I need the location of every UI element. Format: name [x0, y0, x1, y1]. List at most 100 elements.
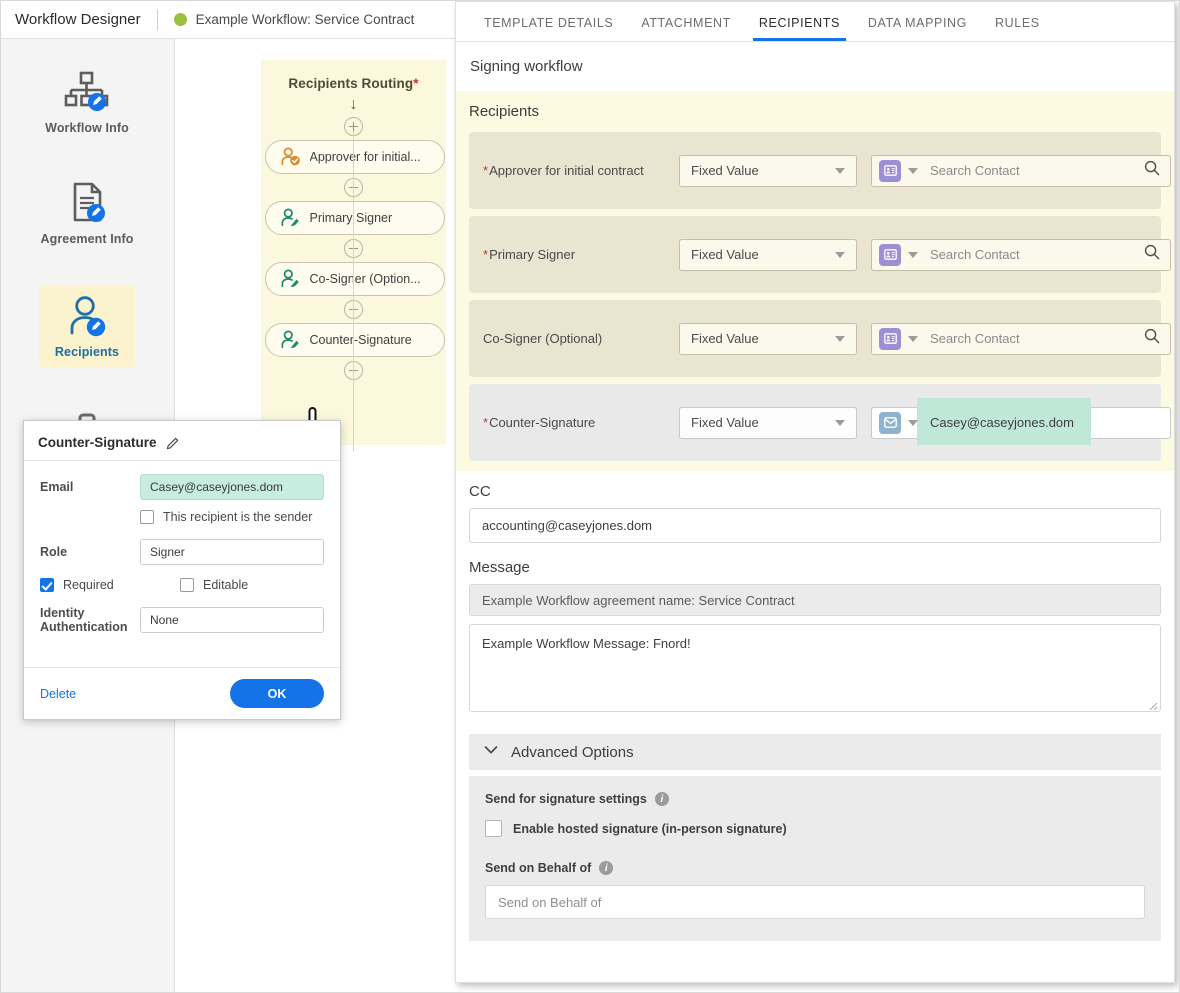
email-row: Email Casey@caseyjones.dom	[24, 474, 340, 500]
tab-recipients[interactable]: RECIPIENTS	[745, 16, 854, 41]
flow-title: Recipients Routing*	[261, 60, 446, 91]
contact-field-group: Casey@caseyjones.dom	[871, 397, 1171, 445]
org-chart-edit-icon	[39, 67, 135, 119]
editable-label: Editable	[203, 578, 249, 592]
editable-checkbox[interactable]	[180, 578, 194, 592]
resize-handle[interactable]	[1148, 699, 1158, 711]
message-section: Message Example Workflow agreement name:…	[456, 543, 1174, 712]
search-icon[interactable]	[1144, 328, 1160, 349]
envelope-icon[interactable]	[879, 411, 901, 434]
advanced-options-body: Send for signature settings i Enable hos…	[469, 776, 1161, 941]
top-header: Workflow Designer Example Workflow: Serv…	[1, 1, 456, 39]
flow-title-text: Recipients Routing	[288, 76, 414, 91]
source-dropdown-value: Fixed Value	[691, 163, 759, 178]
chevron-down-icon	[483, 743, 499, 761]
contact-card-icon[interactable]	[879, 243, 901, 266]
tab-data-mapping[interactable]: DATA MAPPING	[854, 16, 981, 41]
send-on-behalf-input[interactable]: Send on Behalf of	[485, 885, 1145, 919]
recipient-label-text: Primary Signer	[489, 247, 576, 262]
send-on-behalf-label-text: Send on Behalf of	[485, 861, 592, 875]
role-field[interactable]: Signer	[140, 539, 324, 565]
contact-search-input[interactable]: Search Contact	[930, 163, 1020, 178]
advanced-options-toggle[interactable]: Advanced Options	[469, 734, 1161, 770]
recipient-label: Co-Signer (Optional)	[483, 331, 679, 346]
info-icon[interactable]: i	[654, 792, 669, 806]
tab-attachment[interactable]: ATTACHMENT	[627, 16, 745, 41]
email-label: Email	[40, 480, 74, 494]
panel-body: Signing workflow Recipients *Approver fo…	[456, 42, 1174, 941]
user-sign-icon	[280, 208, 299, 227]
required-asterisk: *	[483, 247, 489, 262]
email-field[interactable]: Casey@caseyjones.dom	[140, 474, 324, 500]
sidebar-item-label: Recipients	[54, 345, 120, 359]
flow-node-counter-signature[interactable]: Counter-Signature	[264, 323, 445, 357]
info-icon[interactable]: i	[599, 861, 614, 875]
tab-bar: TEMPLATE DETAILS ATTACHMENT RECIPIENTS D…	[456, 2, 1174, 42]
contact-field-group: Search Contact	[871, 238, 1171, 271]
flow-connector-line	[353, 131, 354, 451]
message-subject-input[interactable]: Example Workflow agreement name: Service…	[469, 584, 1161, 616]
delete-link[interactable]: Delete	[40, 687, 76, 701]
contact-field-group: Search Contact	[871, 322, 1171, 355]
ok-button[interactable]: OK	[230, 679, 324, 708]
contact-type-chevron-icon[interactable]	[908, 251, 918, 258]
search-icon[interactable]	[1144, 244, 1160, 265]
contact-card-icon[interactable]	[879, 327, 901, 350]
workflow-name: Example Workflow: Service Contract	[195, 12, 415, 27]
sender-checkbox-row: This recipient is the sender	[24, 510, 340, 524]
app-title: Workflow Designer	[15, 11, 141, 28]
user-edit-icon	[39, 291, 135, 343]
recipient-label: *Approver for initial contract	[483, 163, 679, 178]
hosted-signature-checkbox[interactable]	[485, 820, 502, 837]
send-settings-label: Send for signature settings i	[485, 792, 1145, 806]
popup-footer: Delete OK	[24, 667, 340, 719]
advanced-options-section: Advanced Options Send for signature sett…	[456, 712, 1174, 941]
required-asterisk: *	[413, 76, 419, 91]
contact-type-chevron-icon[interactable]	[908, 167, 918, 174]
contact-search-input[interactable]: Search Contact	[930, 247, 1020, 262]
hosted-signature-label: Enable hosted signature (in-person signa…	[513, 821, 787, 836]
message-body-textarea[interactable]: Example Workflow Message: Fnord!	[469, 624, 1161, 712]
required-group: Required	[40, 578, 180, 592]
app-window: Workflow Designer Example Workflow: Serv…	[0, 0, 1180, 993]
sidebar-item-agreement-info[interactable]: Agreement Info	[39, 172, 135, 254]
flow-node-approver[interactable]: Approver for initial...	[264, 140, 445, 174]
source-dropdown[interactable]: Fixed Value	[679, 154, 857, 187]
flow-node-label: Primary Signer	[309, 211, 393, 225]
cc-input[interactable]: accounting@caseyjones.dom	[469, 508, 1161, 543]
source-dropdown[interactable]: Fixed Value	[679, 322, 857, 355]
contact-email-input[interactable]: Casey@caseyjones.dom	[930, 415, 1074, 430]
tab-rules[interactable]: RULES	[981, 16, 1054, 41]
cc-section: CC accounting@caseyjones.dom	[456, 471, 1174, 543]
recipients-section: Recipients *Approver for initial contrac…	[456, 91, 1174, 471]
flow-node-primary-signer[interactable]: Primary Signer	[264, 201, 445, 235]
search-icon[interactable]	[1144, 160, 1160, 181]
required-checkbox[interactable]	[40, 578, 54, 592]
sender-checkbox[interactable]	[140, 510, 154, 524]
source-dropdown[interactable]: Fixed Value	[679, 238, 857, 271]
send-on-behalf-label: Send on Behalf of i	[485, 861, 1145, 875]
cc-title: CC	[469, 483, 491, 500]
popup-title: Counter-Signature	[38, 435, 157, 450]
advanced-options-title: Advanced Options	[511, 743, 634, 761]
identity-auth-field[interactable]: None	[140, 607, 324, 633]
sidebar-item-workflow-info[interactable]: Workflow Info	[39, 61, 135, 143]
sidebar-item-label: Agreement Info	[40, 232, 134, 246]
contact-card-icon[interactable]	[879, 159, 901, 182]
pencil-icon[interactable]	[166, 436, 180, 450]
source-dropdown[interactable]: Fixed Value	[679, 406, 857, 439]
contact-type-chevron-icon[interactable]	[908, 419, 918, 426]
sidebar-item-recipients[interactable]: Recipients	[39, 285, 135, 367]
identity-auth-label-line1: Identity	[40, 606, 85, 620]
table-row: *Primary Signer Fixed Value Search Conta…	[469, 216, 1171, 293]
flow-node-co-signer[interactable]: Co-Signer (Option...	[264, 262, 445, 296]
flow-node-label: Approver for initial...	[309, 150, 421, 164]
editable-group: Editable	[180, 578, 248, 592]
contact-search-input[interactable]: Search Contact	[930, 331, 1020, 346]
contact-type-chevron-icon[interactable]	[908, 335, 918, 342]
required-editable-row: Required Editable	[24, 578, 340, 592]
recipients-section-title: Recipients	[469, 103, 540, 120]
role-row: Role Signer	[24, 539, 340, 565]
tab-template-details[interactable]: TEMPLATE DETAILS	[470, 16, 627, 41]
flow-node-label: Counter-Signature	[309, 333, 412, 347]
